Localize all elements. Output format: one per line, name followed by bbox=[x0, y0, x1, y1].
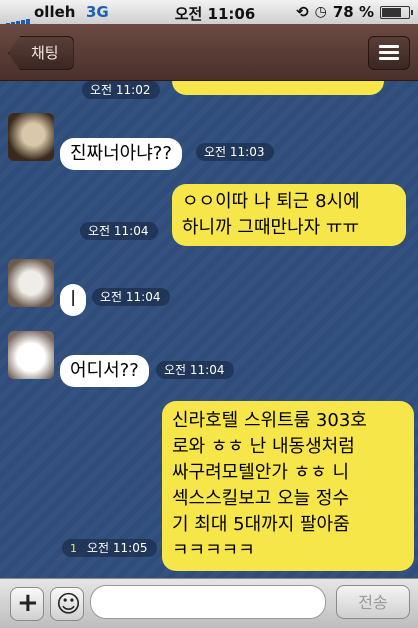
message-line: 싸구려모텔안가 ㅎㅎ 니 bbox=[172, 462, 350, 483]
message-line: ㅇㅇ이따 나 퇴근 8시에 bbox=[182, 191, 360, 212]
message-bubble-received: ㅣ bbox=[60, 284, 86, 316]
nav-bar: 채팅 bbox=[0, 24, 418, 81]
message-bubble-sent: ㅇㅇ이따 나 퇴근 8시에 하니까 그때만나자 ㅠㅠ bbox=[172, 184, 406, 246]
avatar[interactable] bbox=[8, 259, 54, 307]
message-line: 로와 ㅎㅎ 난 내동생처럼 bbox=[172, 436, 355, 457]
send-button[interactable]: 전송 bbox=[336, 585, 410, 619]
smiley-icon: ☺ bbox=[56, 590, 82, 618]
message-bubble-sent bbox=[172, 81, 384, 95]
menu-icon bbox=[379, 45, 399, 48]
message-time: 1 오전 11:05 bbox=[62, 539, 158, 557]
message-line: 신라호텔 스위트룸 303호 bbox=[172, 410, 367, 431]
avatar[interactable] bbox=[8, 113, 54, 161]
network-type: 3G bbox=[86, 3, 109, 21]
message-bubble-sent: 신라호텔 스위트룸 303호 로와 ㅎㅎ 난 내동생처럼 싸구려모텔안가 ㅎㅎ … bbox=[162, 401, 414, 571]
add-button[interactable]: + bbox=[10, 587, 44, 621]
battery-icon bbox=[380, 5, 413, 19]
status-clock: 오전 11:06 bbox=[174, 5, 256, 23]
message-bubble-received: 진짜너아냐?? bbox=[60, 138, 182, 170]
message-line: 하니까 그때만나자 ㅠㅠ bbox=[182, 217, 360, 238]
chat-area[interactable]: 오전 11:02 진짜너아냐?? 오전 11:03 ㅇㅇ이따 나 퇴근 8시에 … bbox=[0, 81, 418, 578]
avatar[interactable] bbox=[8, 331, 54, 379]
message-time: 오전 11:04 bbox=[156, 361, 235, 379]
input-bar: + ☺ 전송 bbox=[0, 578, 418, 628]
message-input[interactable] bbox=[90, 585, 326, 619]
message-bubble-received: 어디서?? bbox=[60, 355, 149, 387]
plus-icon: + bbox=[17, 588, 39, 618]
message-line: ㅋㅋㅋㅋㅋ bbox=[172, 540, 255, 561]
rotation-lock-icon: ⟲ bbox=[296, 3, 309, 21]
status-bar: olleh 3G 오전 11:06 ⟲ ◷ 78 % bbox=[0, 0, 418, 26]
menu-button[interactable] bbox=[368, 36, 410, 70]
back-button[interactable]: 채팅 bbox=[8, 36, 74, 70]
message-time: 오전 11:03 bbox=[196, 143, 275, 161]
message-line: 기 최대 5대까지 팔아줌 bbox=[172, 514, 350, 535]
alarm-icon: ◷ bbox=[314, 4, 327, 20]
message-line: 섹스스킬보고 오늘 정수 bbox=[172, 488, 350, 509]
carrier-name: olleh bbox=[34, 3, 76, 21]
message-time: 오전 11:04 bbox=[92, 288, 171, 306]
message-time: 오전 11:04 bbox=[80, 222, 159, 240]
message-time: 오전 11:02 bbox=[82, 81, 161, 99]
emoticon-button[interactable]: ☺ bbox=[50, 587, 84, 621]
battery-percent: 78 % bbox=[332, 3, 374, 21]
message-time-text: 오전 11:05 bbox=[87, 541, 148, 555]
unread-count: 1 bbox=[70, 542, 77, 555]
